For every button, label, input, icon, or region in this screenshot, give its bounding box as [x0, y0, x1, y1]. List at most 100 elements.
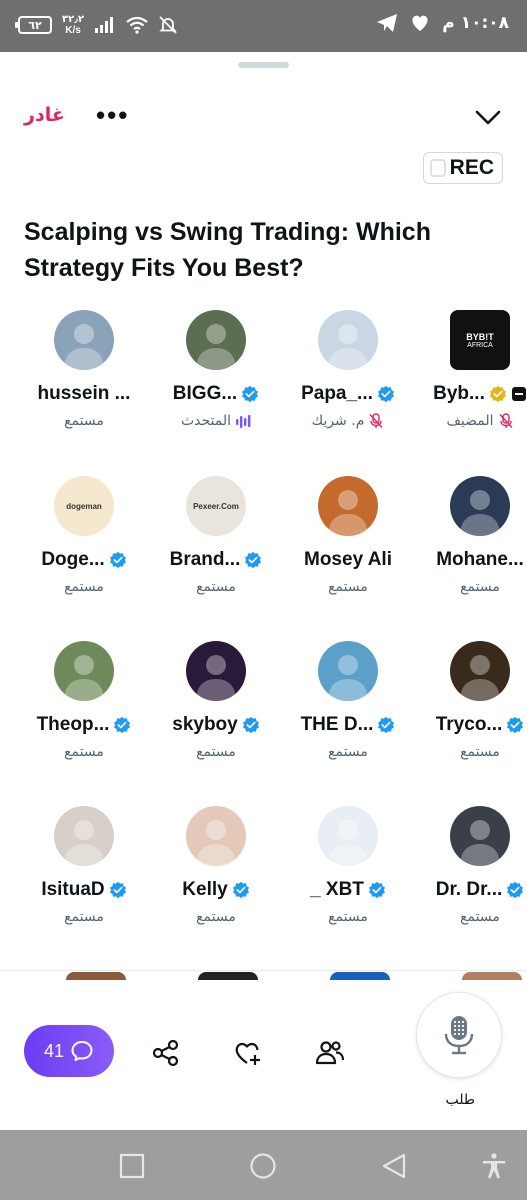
share-button[interactable] — [150, 1037, 182, 1069]
chat-count: 41 — [43, 1040, 65, 1061]
sheet-grabber[interactable] — [238, 62, 289, 68]
participant-card[interactable]: skyboy مستمع — [150, 641, 282, 761]
chat-bubble-icon — [71, 1041, 93, 1061]
people-icon — [315, 1041, 345, 1065]
verified-badge-icon — [507, 716, 524, 734]
participant-role: المتحدث — [180, 413, 232, 429]
participant-role-row: مستمع — [282, 908, 414, 926]
participant-card[interactable]: Pexeer.Com Brand... مستمع — [150, 476, 282, 596]
avatar[interactable] — [54, 806, 114, 866]
more-options-button[interactable]: ••• — [96, 100, 129, 131]
participant-name: Mohane... — [436, 549, 524, 570]
leave-button[interactable]: غادر — [24, 104, 65, 126]
status-bar-left: ٦٢ ٣٢٫٢ K/s — [15, 14, 178, 36]
participant-card[interactable]: BYB!T AFRICA Byb... المضيف — [414, 310, 527, 430]
avatar-silhouette — [328, 655, 368, 701]
avatar[interactable] — [54, 310, 114, 370]
avatar[interactable]: BYB!T AFRICA — [450, 310, 510, 370]
participant-card[interactable]: dogeman Doge... مستمع — [18, 476, 150, 596]
recents-button[interactable] — [118, 1152, 146, 1180]
recents-icon — [119, 1153, 145, 1179]
participant-name-row: hussein ... — [18, 382, 150, 406]
participant-name: Mosey Ali — [304, 549, 392, 570]
participants-button[interactable] — [314, 1037, 346, 1069]
participant-name: skyboy — [172, 714, 238, 735]
avatar[interactable] — [318, 476, 378, 536]
participant-card[interactable]: Dr. Dr... مستمع — [414, 806, 527, 926]
system-nav-bar — [0, 1130, 527, 1200]
avatar[interactable]: Pexeer.Com — [186, 476, 246, 536]
participant-card[interactable]: hussein ... مستمع — [18, 310, 150, 430]
participant-role: مستمع — [460, 579, 500, 595]
verified-badge-icon — [368, 881, 385, 899]
request-mic-button[interactable] — [416, 992, 502, 1078]
participant-role-row: مستمع — [150, 743, 282, 761]
chat-button[interactable]: 41 — [24, 1025, 114, 1077]
participant-card[interactable]: Mosey Ali مستمع — [282, 476, 414, 596]
avatar[interactable] — [54, 641, 114, 701]
participant-name-row: Theop... — [18, 713, 150, 737]
participant-role: المضيف — [446, 413, 494, 429]
avatar[interactable] — [318, 641, 378, 701]
avatar[interactable] — [318, 806, 378, 866]
avatar-silhouette — [196, 324, 236, 370]
avatar[interactable] — [186, 806, 246, 866]
participant-name-row: Doge... — [18, 548, 150, 572]
participant-card[interactable]: Papa_... م. شريك — [282, 310, 414, 430]
participant-card[interactable]: THE D... مستمع — [282, 641, 414, 761]
participant-role: مستمع — [64, 744, 104, 760]
participant-role: م. شريك — [311, 413, 365, 429]
home-icon — [250, 1153, 276, 1179]
home-button[interactable] — [249, 1152, 277, 1180]
verified-badge-icon — [242, 385, 259, 403]
participant-role: مستمع — [196, 909, 236, 925]
avatar[interactable] — [318, 310, 378, 370]
next-row-avatar — [462, 972, 522, 980]
participant-name-row: _ XBT — [282, 878, 414, 902]
participant-name: THE D... — [300, 714, 374, 735]
participant-role-row: مستمع — [282, 578, 414, 596]
participant-role-row: المضيف — [414, 412, 527, 430]
next-row-avatar — [330, 972, 390, 980]
participant-role-row: مستمع — [150, 578, 282, 596]
participant-card[interactable]: Kelly مستمع — [150, 806, 282, 926]
avatar[interactable] — [186, 310, 246, 370]
participant-name: _ XBT — [310, 879, 364, 900]
participant-role-row: مستمع — [282, 743, 414, 761]
avatar-silhouette — [64, 655, 104, 701]
avatar[interactable] — [186, 641, 246, 701]
request-mic-label: طلب — [445, 1092, 475, 1108]
space-sheet: غادر ••• REC Scalping vs Swing Trading: … — [0, 52, 527, 1130]
avatar[interactable]: dogeman — [54, 476, 114, 536]
react-button[interactable] — [232, 1037, 264, 1069]
participant-card[interactable]: Tryco... مستمع — [414, 641, 527, 761]
back-button[interactable] — [380, 1152, 408, 1180]
participant-name-row: THE D... — [282, 713, 414, 737]
participant-role-row: مستمع — [414, 743, 527, 761]
participant-card[interactable]: Theop... مستمع — [18, 641, 150, 761]
participant-role-row: مستمع — [414, 578, 527, 596]
participant-name-row: Brand... — [150, 548, 282, 572]
participant-name: Tryco... — [435, 714, 503, 735]
avatar[interactable] — [450, 641, 510, 701]
verified-badge-icon — [109, 551, 126, 569]
avatar-silhouette — [460, 655, 500, 701]
avatar-silhouette — [328, 490, 368, 536]
accessibility-button[interactable] — [480, 1152, 508, 1180]
gold-verified-badge-icon — [489, 385, 506, 403]
muted-mic-icon — [499, 413, 513, 428]
collapse-button[interactable] — [475, 108, 501, 128]
avatar-silhouette — [64, 820, 104, 866]
participant-card[interactable]: _ XBT مستمع — [282, 806, 414, 926]
avatar-silhouette — [460, 820, 500, 866]
avatar-silhouette — [460, 490, 500, 536]
recording-badge: REC — [423, 152, 503, 184]
avatar[interactable] — [450, 806, 510, 866]
participant-card[interactable]: IsituaD مستمع — [18, 806, 150, 926]
participant-role: مستمع — [460, 909, 500, 925]
participant-card[interactable]: BIGG... المتحدث — [150, 310, 282, 430]
participant-role-row: مستمع — [414, 908, 527, 926]
avatar-silhouette — [196, 820, 236, 866]
avatar[interactable] — [450, 476, 510, 536]
participant-card[interactable]: Mohane... مستمع — [414, 476, 527, 596]
